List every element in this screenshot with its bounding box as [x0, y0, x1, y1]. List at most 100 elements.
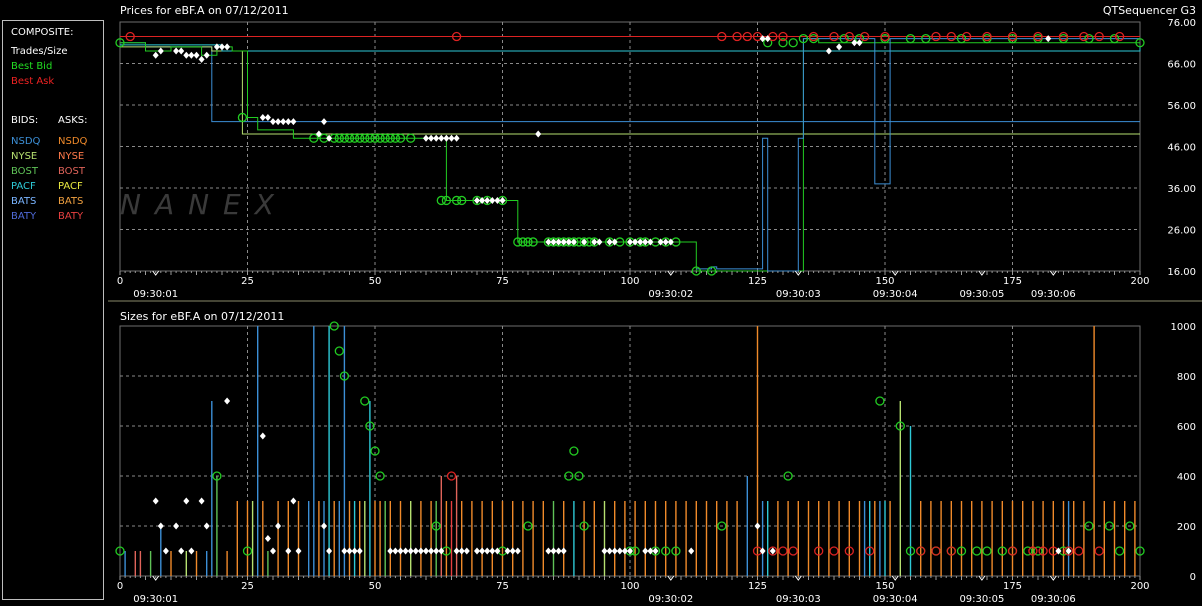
- size-x-tick-label: 150: [875, 581, 894, 592]
- size-x-tick-label: 200: [1130, 581, 1149, 592]
- size-trade-marker: [295, 547, 302, 555]
- size-y-tick-label: 0: [1190, 572, 1196, 583]
- size-best-bid-marker: [360, 396, 370, 406]
- price-x-tick-label: 175: [1003, 276, 1022, 287]
- size-trade-marker: [642, 547, 649, 555]
- size-trade-marker: [688, 547, 695, 555]
- price-y-tick-label: 56.00: [1167, 101, 1196, 112]
- size-best-bid-marker: [972, 546, 982, 556]
- price-time-label: 09:30:04: [873, 289, 918, 300]
- size-best-ask-marker: [1074, 546, 1084, 556]
- price-trade-marker: [825, 47, 832, 55]
- price-x-tick-label: 0: [117, 276, 123, 287]
- size-time-label: 09:30:05: [959, 594, 1004, 605]
- size-time-label: 09:30:01: [133, 594, 178, 605]
- price-time-label: 09:30:02: [648, 289, 693, 300]
- price-x-tick-label: 200: [1130, 276, 1149, 287]
- size-trade-marker: [652, 547, 659, 555]
- price-trade-marker: [856, 39, 863, 47]
- price-trade-marker: [606, 238, 613, 246]
- size-trade-marker: [326, 547, 333, 555]
- size-trade-marker: [463, 547, 470, 555]
- size-trade-marker: [356, 547, 363, 555]
- price-trade-marker: [535, 130, 542, 138]
- size-y-tick-label: 400: [1177, 472, 1196, 483]
- size-trade-marker: [264, 535, 271, 542]
- size-best-bid-marker: [569, 446, 579, 456]
- size-best-ask-marker: [931, 546, 941, 556]
- size-trade-marker: [290, 497, 297, 505]
- price-y-tick-label: 66.00: [1167, 60, 1196, 71]
- price-time-label: 09:30:01: [133, 289, 178, 300]
- price-y-tick-label: 36.00: [1167, 184, 1196, 195]
- price-chart-title: Prices for eBF.A on 07/12/2011: [120, 4, 289, 17]
- price-trade-marker: [264, 113, 271, 121]
- price-trade-marker: [157, 47, 164, 55]
- size-trade-marker: [285, 547, 292, 555]
- size-best-ask-marker: [778, 546, 788, 556]
- size-trade-marker: [198, 497, 205, 505]
- price-time-label: 09:30:06: [1031, 289, 1076, 300]
- size-trade-marker: [321, 522, 327, 530]
- size-trade-marker: [224, 397, 231, 405]
- size-y-tick-label: 600: [1177, 422, 1196, 433]
- size-x-tick-label: 50: [369, 581, 382, 592]
- price-y-tick-label: 76.00: [1167, 18, 1196, 29]
- price-time-label: 09:30:05: [959, 289, 1004, 300]
- size-chart: Sizes for eBF.A on 07/12/2011 0 25 50 75 100…: [115, 310, 1196, 605]
- price-y-tick-label: 46.00: [1167, 143, 1196, 154]
- size-trade-marker: [162, 547, 169, 555]
- size-trade-marker: [275, 522, 282, 530]
- price-x-tick-label: 75: [496, 276, 509, 287]
- size-y-tick-label: 200: [1177, 522, 1196, 533]
- price-x-tick-label: 125: [748, 276, 767, 287]
- price-trade-marker: [836, 43, 843, 51]
- size-best-bid-marker: [1114, 546, 1125, 556]
- size-x-tick-label: 0: [117, 581, 123, 592]
- size-x-tick-label: 175: [1003, 581, 1022, 592]
- size-x-tick-label: 125: [748, 581, 767, 592]
- price-x-tick-label: 150: [875, 276, 894, 287]
- size-trade-marker: [754, 522, 761, 530]
- price-markers: [115, 31, 1145, 276]
- price-x-tick-label: 100: [620, 276, 639, 287]
- price-trade-marker: [203, 51, 210, 59]
- price-trade-marker: [152, 51, 159, 59]
- size-x-tick-label: 100: [620, 581, 639, 592]
- size-trade-marker: [555, 547, 562, 555]
- price-trade-marker: [499, 196, 506, 204]
- size-best-bid-marker: [875, 396, 885, 406]
- size-trade-marker: [270, 547, 276, 555]
- size-time-label: 09:30:06: [1031, 594, 1076, 605]
- price-x-tick-label: 25: [241, 276, 254, 287]
- size-trade-marker: [188, 547, 195, 555]
- size-time-label: 09:30:03: [776, 594, 821, 605]
- size-trade-marker: [178, 547, 185, 555]
- price-trade-marker: [198, 55, 205, 63]
- size-time-label: 09:30:04: [873, 594, 918, 605]
- size-best-bid-marker: [982, 546, 992, 556]
- price-time-label: 09:30:03: [776, 289, 821, 300]
- size-time-label: 09:30:02: [648, 594, 693, 605]
- price-best-bid-marker: [788, 38, 798, 48]
- price-trade-marker: [224, 43, 231, 51]
- size-best-ask-marker: [1094, 546, 1104, 556]
- price-y-tick-label: 26.00: [1167, 226, 1196, 237]
- size-x-tick-label: 25: [241, 581, 254, 592]
- size-trade-marker: [514, 547, 521, 555]
- price-trade-marker: [193, 51, 200, 59]
- charts-canvas: Prices for eBF.A on 07/12/2011 QTSequenc…: [108, 4, 1202, 605]
- size-trade-marker: [769, 547, 776, 555]
- price-trade-marker: [321, 118, 327, 126]
- size-y-tick-label: 800: [1177, 372, 1196, 383]
- price-trade-marker: [290, 118, 297, 126]
- size-trade-marker: [157, 522, 164, 530]
- size-x-tick-label: 75: [496, 581, 509, 592]
- price-chart-source: QTSequencer G3: [1103, 4, 1196, 17]
- price-x-tick-label: 50: [369, 276, 382, 287]
- size-trade-marker: [183, 497, 190, 505]
- size-best-ask-marker: [788, 546, 798, 556]
- price-series-line: [696, 38, 1140, 272]
- size-trade-marker: [616, 547, 623, 555]
- size-chart-title: Sizes for eBF.A on 07/12/2011: [120, 310, 284, 323]
